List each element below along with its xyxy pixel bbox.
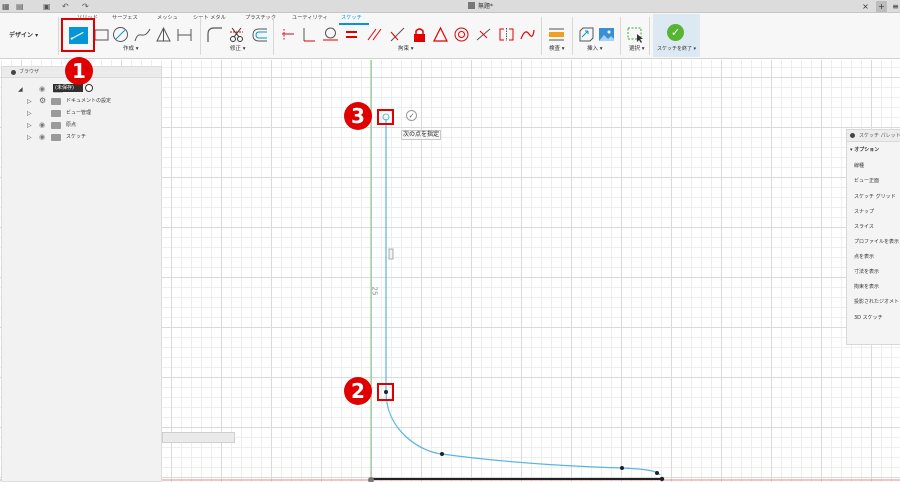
tree-item-sketches[interactable]: ▷ ◉ スケッチ: [2, 132, 161, 143]
callout-number-3: 3: [344, 102, 372, 130]
timeline-bar[interactable]: [162, 432, 235, 443]
folder-icon: [51, 98, 61, 105]
options-section-header[interactable]: ▾ オプション: [850, 146, 879, 154]
spline-fit-point[interactable]: [620, 466, 624, 470]
option-3d-sketch[interactable]: 3D スケッチ: [854, 314, 883, 322]
palette-header: スケッチ パレット: [847, 130, 900, 142]
collapse-palette-icon[interactable]: [850, 133, 855, 138]
folder-icon: [51, 122, 61, 129]
callout-number-1: 1: [65, 57, 93, 85]
collapse-browser-icon[interactable]: [11, 70, 16, 75]
sketch-spline[interactable]: [385, 391, 661, 476]
sketch-palette: スケッチ パレット ▾ オプション 線種 ビュー正面 スケッチ グリッド スナッ…: [846, 129, 900, 345]
cursor-tooltip: 次の点を指定: [401, 130, 442, 140]
folder-icon: [51, 134, 61, 141]
root-component-label[interactable]: (未保存): [53, 84, 83, 92]
option-show-profile[interactable]: プロファイルを表示: [854, 238, 899, 246]
tree-item-origin[interactable]: ▷ ◉ 原点: [2, 120, 161, 131]
spline-fit-point[interactable]: [655, 471, 659, 475]
confirm-check-icon[interactable]: ✓: [406, 110, 417, 121]
palette-title: スケッチ パレット: [859, 133, 900, 139]
option-show-dimensions[interactable]: 寸法を表示: [854, 268, 879, 276]
gear-icon: ⚙: [39, 96, 47, 105]
dimension-value[interactable]: 25: [370, 287, 378, 296]
expand-triangle-icon[interactable]: ▷: [27, 134, 32, 141]
highlight-box-point-2: [377, 383, 394, 401]
expand-triangle-icon[interactable]: ▷: [27, 122, 32, 129]
activate-radio-icon[interactable]: [85, 84, 93, 92]
collapse-triangle-icon[interactable]: ◢: [18, 86, 23, 93]
visibility-eye-icon[interactable]: ◉: [39, 121, 45, 129]
option-sketch-grid[interactable]: スケッチ グリッド: [854, 193, 896, 201]
origin-point: [368, 477, 374, 482]
visibility-eye-icon[interactable]: ◉: [39, 133, 45, 141]
option-linetype[interactable]: 線種: [854, 162, 864, 170]
tree-item-document-settings[interactable]: ▷ ⚙ ドキュメントの設定: [2, 96, 161, 107]
callout-number-2: 2: [344, 377, 372, 405]
browser-panel: ブラウザ ◢ ◉ ▷ ⚙ ドキュメントの設定 ▷ ビュー管理 ▷ ◉ 原点 ▷ …: [1, 66, 162, 482]
browser-title: ブラウザ: [19, 69, 40, 75]
option-snap[interactable]: スナップ: [854, 208, 874, 216]
base-line-end-point[interactable]: [659, 476, 665, 482]
option-look-at[interactable]: ビュー正面: [854, 177, 879, 185]
visibility-eye-icon[interactable]: ◉: [39, 85, 45, 93]
highlight-box-point-3: [377, 109, 394, 125]
spline-fit-point[interactable]: [440, 452, 444, 456]
highlight-box-line-tool: [61, 18, 95, 52]
option-projected-geometry[interactable]: 投影されたジオメトリの: [854, 298, 900, 306]
option-slice[interactable]: スライス: [854, 223, 874, 231]
tree-item-named-views[interactable]: ▷ ビュー管理: [2, 108, 161, 119]
option-show-points[interactable]: 点を表示: [854, 253, 874, 261]
option-show-constraints[interactable]: 拘束を表示: [854, 283, 879, 291]
folder-icon: [51, 110, 61, 117]
expand-triangle-icon[interactable]: ▷: [27, 110, 32, 117]
expand-triangle-icon[interactable]: ▷: [27, 98, 32, 105]
dimension-handle[interactable]: [388, 248, 394, 260]
